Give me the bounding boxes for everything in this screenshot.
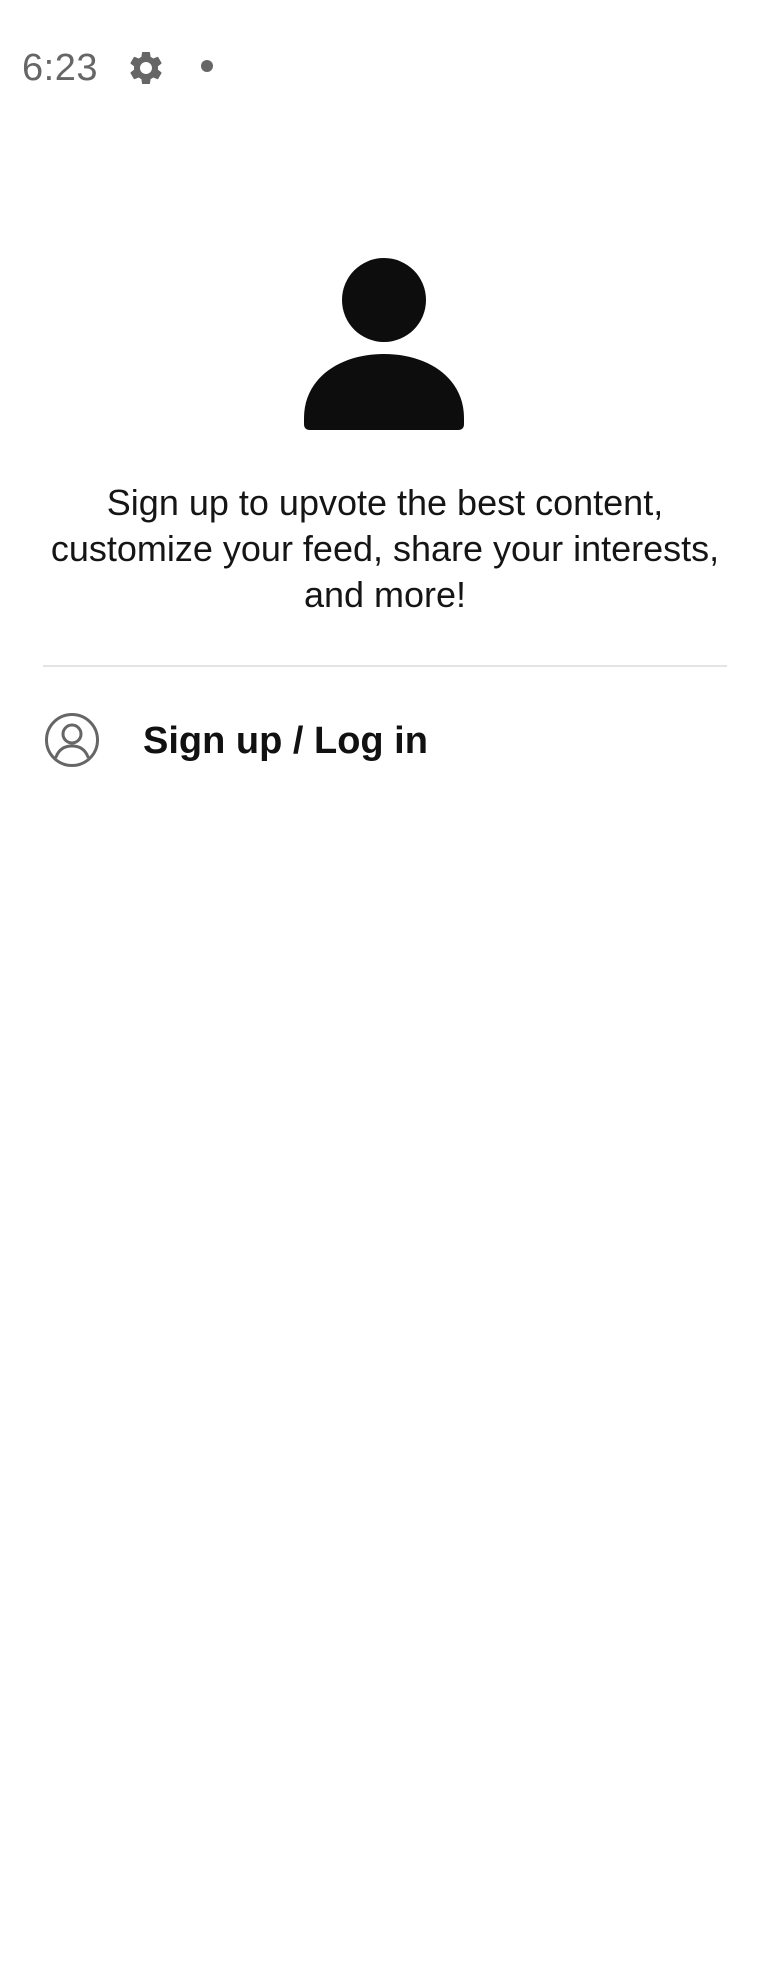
person-icon: [304, 258, 464, 430]
account-circle-icon: [45, 713, 99, 767]
notification-dot-icon: [201, 60, 213, 72]
divider: [43, 665, 727, 667]
signup-login-button[interactable]: Sign up / Log in: [0, 680, 770, 800]
status-time: 6:23: [22, 47, 98, 89]
signup-prompt-text: Sign up to upvote the best content, cust…: [50, 482, 720, 615]
signup-login-label: Sign up / Log in: [143, 720, 428, 762]
gear-icon: [130, 52, 162, 84]
status-bar: 6:23: [0, 0, 770, 136]
